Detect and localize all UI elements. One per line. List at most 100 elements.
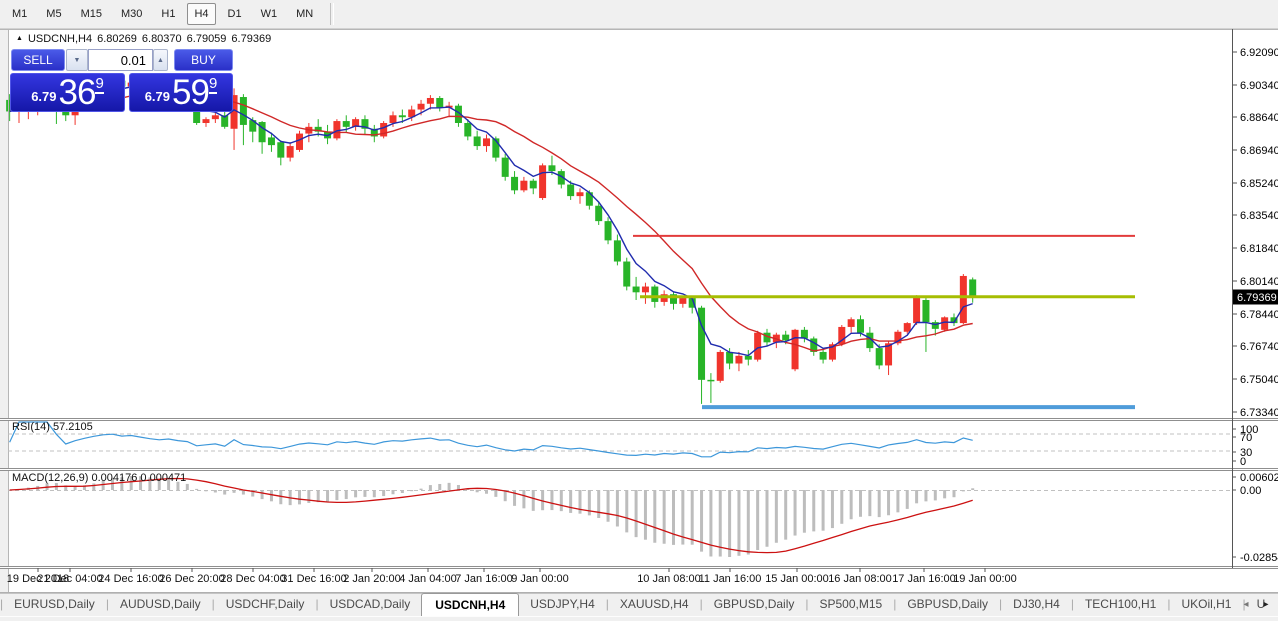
time-axis-label: 16 Jan 08:00 bbox=[828, 573, 892, 585]
macd-histogram-bar bbox=[382, 490, 385, 496]
chart-tab-EURUSD-Daily[interactable]: EURUSD,Daily bbox=[3, 593, 106, 616]
timeframe-button-H4[interactable]: H4 bbox=[187, 3, 215, 25]
toolbar-separator bbox=[330, 3, 334, 25]
macd-histogram-bar bbox=[635, 490, 638, 537]
candle-body bbox=[548, 165, 555, 171]
candle-body bbox=[418, 104, 425, 110]
candle-body bbox=[474, 136, 481, 146]
candle-body bbox=[511, 177, 518, 190]
macd-histogram-bar bbox=[850, 490, 853, 519]
chart-header: ▲ USDCNH,H4 6.80269 6.80370 6.79059 6.79… bbox=[16, 33, 271, 45]
chart-tab-USDJPY-H4[interactable]: USDJPY,H4 bbox=[519, 593, 605, 616]
chart-tab-AUDUSD-Daily[interactable]: AUDUSD,Daily bbox=[109, 593, 212, 616]
time-axis-label: 24 Dec 16:00 bbox=[98, 573, 163, 585]
candle-body bbox=[679, 298, 686, 304]
macd-histogram-bar bbox=[494, 490, 497, 497]
sell-price-button[interactable]: 6.79 36 9 bbox=[10, 73, 125, 112]
candle-body bbox=[530, 181, 537, 189]
buy-button[interactable]: BUY bbox=[174, 49, 233, 71]
chart-tab-GBPUSD-Daily[interactable]: GBPUSD,Daily bbox=[896, 593, 999, 616]
lot-size-input[interactable] bbox=[88, 49, 153, 71]
candle-body bbox=[707, 380, 714, 382]
timeframe-button-M15[interactable]: M15 bbox=[74, 3, 109, 25]
candle-body bbox=[483, 138, 490, 146]
candle-body bbox=[932, 322, 939, 329]
sell-button[interactable]: SELL bbox=[11, 49, 65, 71]
candle-body bbox=[390, 115, 397, 123]
ohlc-close: 6.79369 bbox=[231, 33, 271, 45]
timeframe-button-H1[interactable]: H1 bbox=[154, 3, 182, 25]
candle-body bbox=[539, 165, 546, 198]
macd-histogram-bar bbox=[934, 490, 937, 500]
macd-histogram-bar bbox=[214, 490, 217, 492]
macd-histogram-bar bbox=[392, 490, 395, 494]
candle-body bbox=[268, 137, 275, 145]
price-axis-label: 6.85240 bbox=[1240, 178, 1278, 190]
chart-tab-TECH100-H1[interactable]: TECH100,H1 bbox=[1074, 593, 1167, 616]
macd-histogram-bar bbox=[812, 490, 815, 531]
macd-histogram-bar bbox=[924, 490, 927, 501]
macd-histogram-bar bbox=[728, 490, 731, 557]
price-axis-label: 6.92090 bbox=[1240, 47, 1278, 59]
macd-histogram-bar bbox=[186, 484, 189, 490]
candle-body bbox=[857, 319, 864, 332]
chart-tab-GBPUSD-Daily[interactable]: GBPUSD,Daily bbox=[703, 593, 806, 616]
macd-histogram-bar bbox=[92, 483, 95, 490]
candle-body bbox=[577, 192, 584, 196]
tabs-scroll-left-icon[interactable]: ◂ bbox=[1240, 599, 1252, 610]
macd-histogram-bar bbox=[747, 490, 750, 555]
chart-tab-USDCNH-H4[interactable]: USDCNH,H4 bbox=[421, 593, 519, 616]
chart-tab-USDCAD-Daily[interactable]: USDCAD,Daily bbox=[319, 593, 422, 616]
macd-histogram-bar bbox=[794, 490, 797, 536]
macd-histogram-bar bbox=[616, 490, 619, 526]
candle-body bbox=[595, 206, 602, 221]
ohlc-low: 6.79059 bbox=[187, 33, 227, 45]
tabs-scroll-right-icon[interactable]: ▸ bbox=[1260, 599, 1272, 610]
collapse-icon[interactable]: ▲ bbox=[16, 35, 23, 42]
macd-histogram-bar bbox=[354, 490, 357, 497]
timeframe-button-D1[interactable]: D1 bbox=[221, 3, 249, 25]
macd-histogram-bar bbox=[363, 490, 366, 497]
macd-histogram-bar bbox=[410, 490, 413, 491]
time-axis-label: 21 Dec 04:00 bbox=[37, 573, 102, 585]
lot-decrease-button[interactable]: ▼ bbox=[66, 49, 88, 71]
chart-tab-UKOil-H1[interactable]: UKOil,H1 bbox=[1170, 593, 1242, 616]
macd-histogram-bar bbox=[831, 490, 834, 528]
timeframe-button-M30[interactable]: M30 bbox=[114, 3, 149, 25]
candle-body bbox=[717, 352, 724, 381]
time-axis-label: 31 Dec 16:00 bbox=[281, 573, 346, 585]
macd-histogram-bar bbox=[709, 490, 712, 556]
candle-body bbox=[287, 146, 294, 158]
macd-histogram-bar bbox=[326, 490, 329, 502]
macd-histogram-bar bbox=[597, 490, 600, 518]
status-bar bbox=[0, 616, 1278, 621]
candle-body bbox=[343, 121, 350, 127]
macd-histogram-bar bbox=[953, 490, 956, 497]
time-axis-label: 9 Jan 00:00 bbox=[511, 573, 569, 585]
buy-price-button[interactable]: 6.79 59 9 bbox=[129, 73, 233, 112]
macd-histogram-bar bbox=[569, 490, 572, 513]
candle-body bbox=[642, 287, 649, 293]
macd-histogram-bar bbox=[859, 490, 862, 517]
buy-price-pip: 9 bbox=[209, 77, 217, 94]
chart-tab-XAUUSD-H4[interactable]: XAUUSD,H4 bbox=[609, 593, 700, 616]
chart-tab-SP500-M15[interactable]: SP500,M15 bbox=[809, 593, 894, 616]
time-axis-label: 15 Jan 00:00 bbox=[765, 573, 829, 585]
sell-price-big: 36 bbox=[59, 78, 96, 108]
macd-histogram-bar bbox=[691, 490, 694, 545]
candle-body bbox=[726, 352, 733, 364]
candle-body bbox=[941, 317, 948, 330]
macd-histogram-bar bbox=[261, 490, 264, 499]
timeframe-button-W1[interactable]: W1 bbox=[254, 3, 285, 25]
lot-increase-button[interactable]: ▲ bbox=[153, 49, 168, 71]
timeframe-button-MN[interactable]: MN bbox=[289, 3, 320, 25]
chart-tab-USDCHF-Daily[interactable]: USDCHF,Daily bbox=[215, 593, 316, 616]
macd-histogram-bar bbox=[737, 490, 740, 556]
timeframe-button-M1[interactable]: M1 bbox=[5, 3, 34, 25]
rsi-label: RSI(14) 57.2105 bbox=[12, 421, 93, 433]
candle-body bbox=[623, 262, 630, 287]
macd-histogram-bar bbox=[373, 490, 376, 497]
timeframe-button-M5[interactable]: M5 bbox=[39, 3, 68, 25]
chart-tab-DJ30-H4[interactable]: DJ30,H4 bbox=[1002, 593, 1071, 616]
time-axis-label: 19 Jan 00:00 bbox=[953, 573, 1017, 585]
